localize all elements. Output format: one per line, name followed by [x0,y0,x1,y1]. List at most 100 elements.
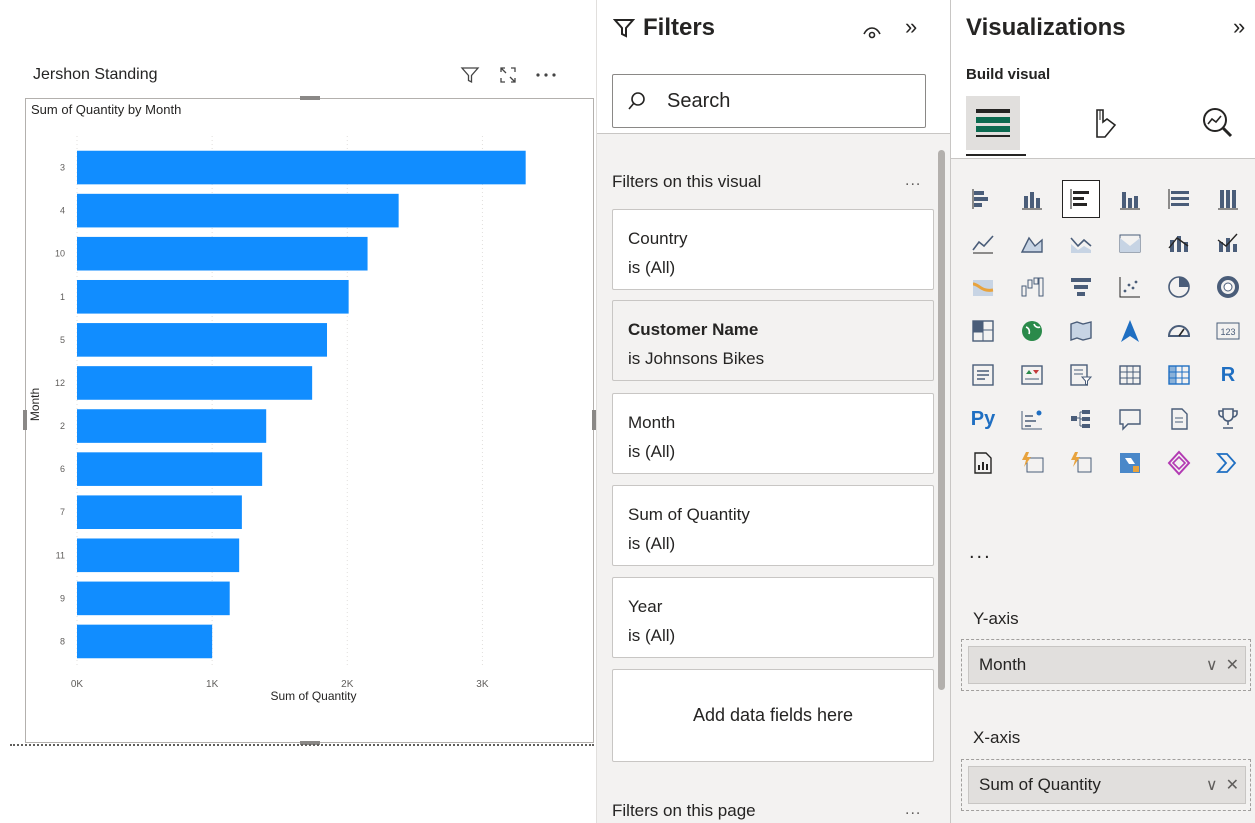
chevrons-visual-icon[interactable] [1210,445,1246,481]
bar[interactable] [77,279,349,314]
100-stacked-bar-chart-icon[interactable] [1161,181,1197,217]
build-tabs [966,96,1244,150]
x-axis-field-pill[interactable]: Sum of Quantity ∨ ✕ [968,766,1246,804]
donut-chart-icon[interactable] [1210,269,1246,305]
y-tick-label: 3 [60,163,65,173]
close-icon[interactable]: ✕ [1226,775,1239,795]
filters-scrollbar[interactable] [938,150,945,690]
y-axis-well[interactable]: Month ∨ ✕ [961,639,1251,691]
filter-icon[interactable] [457,62,483,88]
line-and-clustered-column-chart-icon[interactable] [1210,225,1246,261]
stacked-area-chart-icon[interactable] [1063,225,1099,261]
filter-card-state: is (All) [628,442,676,461]
smart-narrative-icon[interactable] [1161,401,1197,437]
bar[interactable] [77,236,368,271]
python-visual-icon[interactable]: Py [965,401,1001,437]
filters-page-more-button[interactable]: ... [905,801,921,819]
power-automate-icon[interactable] [1112,445,1148,481]
matrix-icon[interactable] [1161,357,1197,393]
bar[interactable] [77,409,267,443]
filter-card-customer-name[interactable]: Customer Name is Johnsons Bikes [612,300,934,381]
report-canvas: Jershon Standing 0K 1K 2K 3K 3 4 10 1 5 12 2 6 7 11 9 8… [0,0,596,823]
filled-map-icon[interactable] [1063,313,1099,349]
gauge-icon[interactable] [1161,313,1197,349]
focus-mode-icon[interactable] [495,62,521,88]
stacked-bar-chart-icon[interactable] [965,181,1001,217]
eye-icon[interactable] [859,20,885,46]
multi-row-card-icon[interactable] [965,357,1001,393]
chevron-down-icon[interactable]: ∨ [1206,775,1218,795]
ribbon-chart-icon[interactable] [965,269,1001,305]
decomposition-tree-icon[interactable] [1063,401,1099,437]
y-axis-label: Y-axis [973,609,1019,628]
pie-chart-icon[interactable] [1161,269,1197,305]
line-chart-icon[interactable] [965,225,1001,261]
filter-card-country[interactable]: Country is (All) [612,209,934,290]
bar[interactable] [77,452,263,486]
power-apps-slicer-icon[interactable] [1063,445,1099,481]
bar-chart[interactable]: 0K 1K 2K 3K341015122671198Sum of QuantityMo… [25,98,594,743]
filters-visual-more-button[interactable]: ... [905,172,921,190]
collapse-visualizations-icon[interactable]: » [1233,14,1245,40]
area-chart-icon[interactable] [1014,225,1050,261]
trophy-icon[interactable] [1210,401,1246,437]
bar[interactable] [77,624,213,659]
power-apps-card-icon[interactable] [1014,445,1050,481]
bar[interactable] [77,150,526,185]
bar[interactable] [77,538,240,573]
bar[interactable] [77,581,230,616]
y-axis-field-pill[interactable]: Month ∨ ✕ [968,646,1246,684]
y-tick-label: 6 [60,464,65,474]
map-globe-icon[interactable] [1014,313,1050,349]
bar[interactable] [77,193,399,228]
format-tab[interactable] [1078,96,1132,150]
filter-card-name: Month [628,413,676,432]
card-icon[interactable]: 123 [1210,313,1246,349]
fields-tab[interactable] [966,96,1020,150]
ribbon-area-chart-icon[interactable] [1112,225,1148,261]
r-visual-icon[interactable]: R [1210,357,1246,393]
waterfall-chart-icon[interactable] [1014,269,1050,305]
x-axis-well[interactable]: Sum of Quantity ∨ ✕ [961,759,1251,811]
filters-search-input[interactable]: Search [612,74,926,128]
close-icon[interactable]: ✕ [1226,655,1239,675]
clustered-column-chart-icon[interactable] [1112,181,1148,217]
add-data-fields-dropzone[interactable]: Add data fields here [612,669,934,762]
bar[interactable] [77,366,313,400]
funnel-chart-icon[interactable] [1063,269,1099,305]
paginated-report-icon[interactable] [965,445,1001,481]
x-axis-title: Sum of Quantity [270,689,356,703]
key-influencers-icon[interactable] [1014,401,1050,437]
bar[interactable] [77,495,242,530]
filter-card-month[interactable]: Month is (All) [612,393,934,474]
power-apps-icon[interactable] [1161,445,1197,481]
table-fields-icon [976,109,1010,137]
paintbrush-icon [1096,109,1117,138]
table-icon[interactable] [1112,357,1148,393]
visual-selection-outline [10,744,594,746]
line-and-stacked-column-chart-icon[interactable] [1161,225,1197,261]
kpi-icon[interactable] [1014,357,1050,393]
collapse-filters-icon[interactable]: » [905,14,917,40]
analytics-tab[interactable] [1190,96,1244,150]
chevron-down-icon[interactable]: ∨ [1206,655,1218,675]
filter-card-year[interactable]: Year is (All) [612,577,934,658]
bar[interactable] [77,323,328,357]
y-tick-label: 12 [55,378,65,388]
100-stacked-column-chart-icon[interactable] [1210,181,1246,217]
clustered-bar-chart-icon[interactable] [1062,180,1100,218]
more-visuals-button[interactable]: ... [969,541,992,564]
azure-map-icon[interactable] [1112,313,1148,349]
filter-card-sum-of-quantity[interactable]: Sum of Quantity is (All) [612,485,934,566]
filter-card-state: is (All) [628,626,676,645]
scatter-chart-icon[interactable] [1112,269,1148,305]
treemap-icon[interactable] [965,313,1001,349]
stacked-column-chart-icon[interactable] [1014,181,1050,217]
filter-funnel-icon [613,19,635,38]
x-tick-label: 1K [206,679,219,690]
more-options-icon[interactable] [533,62,559,88]
slicer-icon[interactable] [1063,357,1099,393]
y-axis-field-name: Month [979,655,1027,674]
visual-header-icons [457,62,559,88]
qna-icon[interactable] [1112,401,1148,437]
